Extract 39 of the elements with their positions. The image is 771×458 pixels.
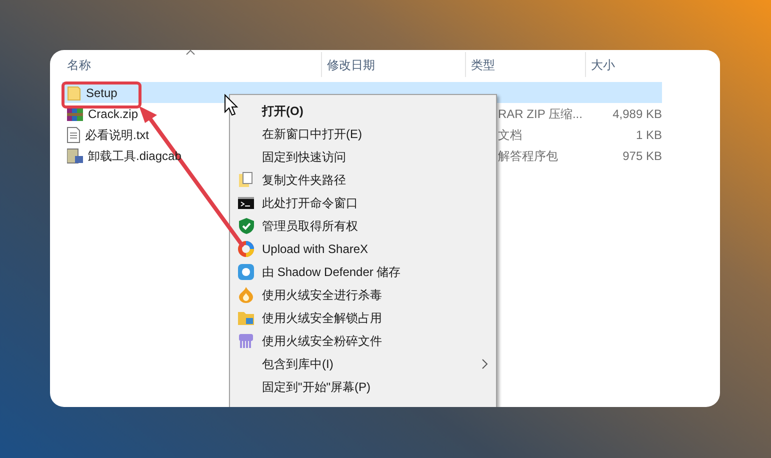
file-type: RAR ZIP 压缩... xyxy=(498,106,582,120)
ring-logo-icon xyxy=(238,240,254,256)
menu-item[interactable]: 由 Shadow Defender 储存 xyxy=(230,260,496,283)
file-type: 文档 xyxy=(498,128,522,142)
column-header[interactable]: 名称 xyxy=(67,56,91,74)
menu-item[interactable]: Upload with ShareX xyxy=(230,237,496,260)
column-header[interactable]: 大小 xyxy=(591,56,615,74)
menu-item[interactable]: 固定到"开始"屏幕(P) xyxy=(230,375,496,398)
folder-copy-icon xyxy=(238,172,254,188)
app-badge-icon xyxy=(238,264,254,280)
text-file-icon xyxy=(67,126,80,142)
flame-icon xyxy=(239,286,253,302)
menu-item[interactable]: 包含到库中(I) xyxy=(230,352,496,375)
menu-item[interactable]: 复制文件夹路径 xyxy=(230,168,496,191)
file-size: 1 KB xyxy=(636,128,662,142)
column-header[interactable]: 类型 xyxy=(471,56,495,74)
menu-item[interactable]: 管理员取得所有权 xyxy=(230,214,496,237)
shield-check-icon xyxy=(238,218,254,234)
file-name: 必看说明.txt xyxy=(85,126,150,144)
mouse-cursor-icon xyxy=(224,94,238,116)
file-size: 4,989 KB xyxy=(612,106,662,120)
folder-lock-icon xyxy=(238,310,254,325)
menu-item[interactable]: 固定到快速访问 xyxy=(230,145,496,168)
package-file-icon xyxy=(67,148,83,164)
menu-item[interactable]: 在新窗口中打开(E) xyxy=(230,122,496,145)
file-size: 975 KB xyxy=(622,148,662,162)
file-type: 解答程序包 xyxy=(498,148,558,162)
sort-chevron-icon xyxy=(186,50,195,55)
menu-item[interactable]: 使用火绒安全解锁占用 xyxy=(230,306,496,329)
terminal-icon xyxy=(238,196,254,208)
file-name: Crack.zip xyxy=(88,106,138,122)
folder-icon xyxy=(67,84,81,100)
archive-icon xyxy=(67,106,83,120)
menu-item[interactable]: 此处打开命令窗口 xyxy=(230,191,496,214)
column-header[interactable]: 修改日期 xyxy=(327,56,375,74)
menu-item[interactable]: 使用火绒安全粉碎文件 xyxy=(230,329,496,352)
menu-item[interactable]: 使用火绒安全进行杀毒 xyxy=(230,283,496,306)
shredder-icon xyxy=(238,332,254,348)
file-name: Setup xyxy=(86,84,118,102)
